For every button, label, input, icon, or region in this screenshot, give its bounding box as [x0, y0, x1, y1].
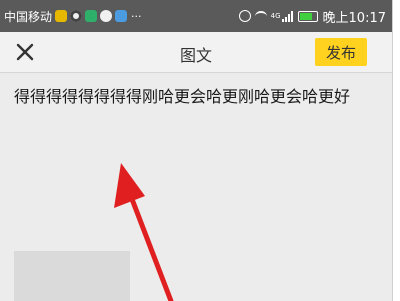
notification-app-icon	[55, 10, 68, 22]
battery-icon	[297, 10, 318, 22]
phone-screen: 中国移动 ··· 4G 晚上10:17 图文 发布 得得得得得得得得刚哈更会哈更…	[0, 0, 393, 301]
more-notifications-icon: ···	[131, 9, 142, 23]
network-type-label: 4G	[270, 12, 281, 20]
image-thumbnail[interactable]	[14, 251, 130, 301]
alarm-clock-icon	[238, 10, 251, 22]
top-bar: 图文 发布	[0, 32, 392, 73]
wifi-icon	[254, 10, 267, 22]
post-editor[interactable]: 得得得得得得得得刚哈更会哈更刚哈更会哈更好	[0, 73, 392, 301]
post-text-field[interactable]: 得得得得得得得得刚哈更会哈更刚哈更会哈更好	[14, 85, 374, 109]
carrier-label: 中国移动	[4, 9, 53, 24]
status-bar: 中国移动 ··· 4G 晚上10:17	[0, 0, 392, 32]
signal-strength-icon	[281, 10, 294, 22]
publish-button[interactable]: 发布	[315, 38, 367, 66]
notification-app-icon	[115, 10, 128, 22]
status-time: 晚上10:17	[322, 10, 386, 26]
notification-app-icon	[70, 10, 83, 22]
notification-app-icon	[100, 10, 113, 22]
notification-app-icon	[85, 10, 98, 22]
status-right: 4G 晚上10:17	[235, 8, 386, 26]
status-left: 中国移动 ···	[4, 8, 142, 24]
